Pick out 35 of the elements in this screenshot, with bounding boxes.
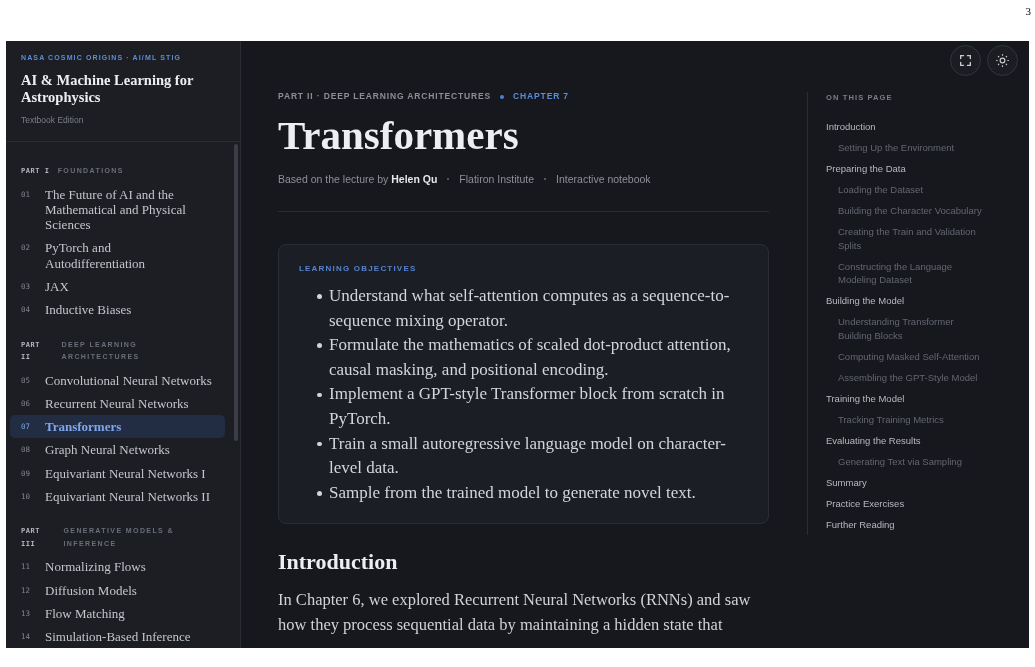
bullet-icon: [317, 294, 322, 299]
meta-text: Interactive notebook: [556, 172, 651, 187]
page-title: Transformers: [278, 113, 520, 158]
toc-link[interactable]: Training the Model: [826, 388, 905, 409]
scrollbar-thumb[interactable]: [234, 144, 238, 441]
chapter-label: CHAPTER 7: [513, 90, 569, 103]
objective-text: Implement a GPT-style Transformer block from scratch in PyTorch.: [329, 383, 726, 430]
bullet-icon: [317, 491, 322, 496]
toc-link[interactable]: Preparing the Data: [826, 158, 906, 180]
byline: Based on the lecture by Helen Qu: [278, 172, 438, 187]
toc-link[interactable]: Summary: [826, 472, 867, 493]
bullet-icon: [317, 343, 322, 348]
toc-link[interactable]: Evaluating the Results: [826, 430, 921, 451]
book-title: AI & Machine Learning for Astrophysics: [21, 71, 195, 106]
theme-toggle-button[interactable]: [987, 45, 1018, 76]
fullscreen-icon: [960, 55, 971, 66]
toc-link[interactable]: Building the Model: [826, 290, 905, 312]
edition-label: Textbook Edition: [21, 113, 85, 126]
bullet-icon: [317, 392, 322, 398]
objective-text: Understand what self-attention computes as a sequence-to-sequence mixing operator.: [329, 285, 731, 332]
objective-text: Formulate the mathematics of scaled dot-product attention, causal masking, and positional encoding.: [329, 334, 732, 381]
objective-text: Train a small autoregressive language model on character-level data.: [329, 432, 727, 480]
objectives-heading: LEARNING OBJECTIVES: [299, 263, 418, 274]
breadcrumb: PART II · DEEP LEARNING ARCHITECTURES: [278, 90, 492, 103]
page-number: 3: [1025, 5, 1031, 18]
toc-link[interactable]: Practice Exercises: [826, 493, 905, 514]
toc-link[interactable]: Further Reading: [826, 514, 895, 535]
fullscreen-button[interactable]: [950, 45, 981, 76]
objective-text: Sample from the trained model to generate novel text.: [329, 481, 697, 504]
toc-link[interactable]: Introduction: [826, 116, 876, 138]
sun-icon: [996, 54, 1009, 67]
meta-text: Flatiron Institute: [459, 172, 535, 187]
paragraph: In Chapter 6, we explored Recurrent Neural Networks (RNNs) and saw how they process sequential data by maintaining a hidden state that: [278, 589, 752, 637]
section-heading: Introduction: [278, 548, 399, 577]
bullet-icon: [317, 441, 322, 447]
